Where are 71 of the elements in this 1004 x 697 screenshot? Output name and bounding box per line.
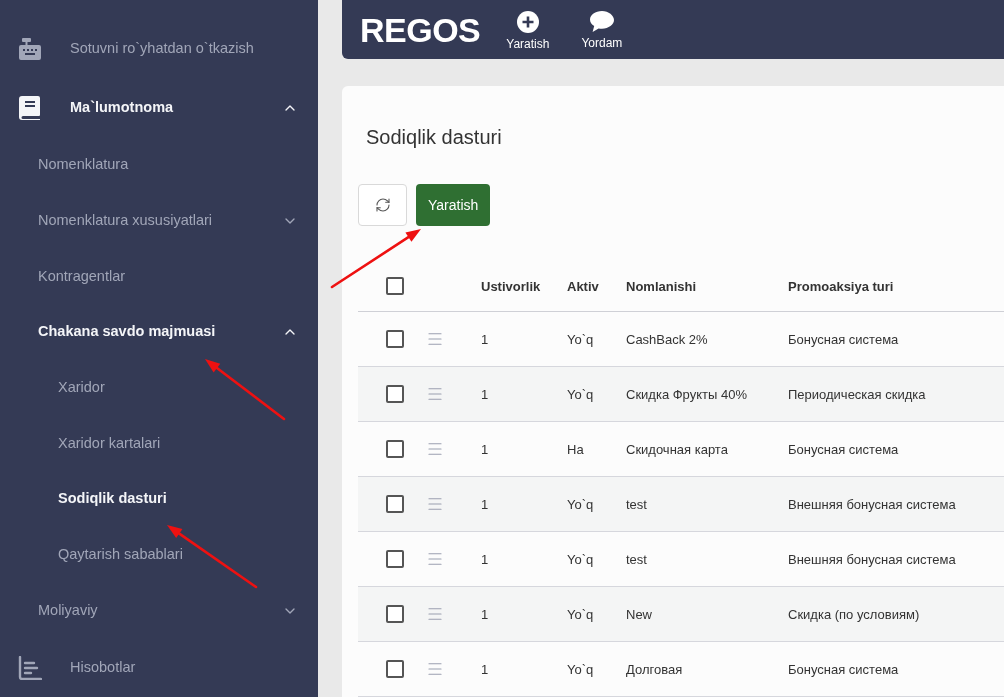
- table-cell: Yo`q: [567, 662, 594, 677]
- table-cell: New: [626, 607, 652, 622]
- table-cell: Yo`q: [567, 387, 594, 402]
- table-cell: CashBack 2%: [626, 332, 708, 347]
- bar-chart-icon: [18, 655, 42, 680]
- table-cell: Скидка Фрукты 40%: [626, 387, 747, 402]
- column-header: Nomlanishi: [626, 279, 697, 294]
- checkbox[interactable]: [386, 330, 404, 348]
- create-button[interactable]: Yaratish: [416, 184, 491, 226]
- table-cell: Бонусная система: [788, 662, 899, 677]
- drag-handle-icon[interactable]: [426, 495, 444, 513]
- table-cell: 1: [481, 607, 489, 622]
- sidebar-item[interactable]: Xaridor kartalari: [0, 415, 318, 472]
- sidebar-item[interactable]: Kontragentlar: [0, 248, 318, 305]
- drag-handle-icon[interactable]: [426, 440, 444, 458]
- column-header: Aktiv: [567, 279, 599, 294]
- drag-handle-icon[interactable]: [426, 605, 444, 623]
- table-cell: Бонусная система: [788, 442, 899, 457]
- logo: REGOS: [360, 12, 481, 47]
- drag-handle-icon[interactable]: [426, 550, 444, 568]
- table-cell: Yo`q: [567, 332, 594, 347]
- table-cell: 1: [481, 332, 489, 347]
- column-header: Ustivorlik: [481, 279, 541, 294]
- checkbox[interactable]: [386, 440, 404, 458]
- sidebar-item[interactable]: Chakana savdo majmuasi: [0, 304, 318, 360]
- checkbox[interactable]: [386, 385, 404, 403]
- table-cell: 1: [481, 662, 489, 677]
- chat-bubble-icon: [589, 11, 614, 32]
- checkbox[interactable]: [386, 660, 404, 678]
- sidebar-item[interactable]: Nomenklatura: [0, 137, 318, 193]
- refresh-button[interactable]: [358, 184, 407, 226]
- table-cell: 1: [481, 497, 489, 512]
- checkbox[interactable]: [386, 495, 404, 513]
- column-header: Promoaksiya turi: [788, 279, 894, 294]
- sidebar-item[interactable]: Moliyaviy: [0, 582, 318, 639]
- page-title: Sodiqlik dasturi: [366, 125, 502, 150]
- sidebar-item[interactable]: Nomenklatura xususiyatlari: [0, 192, 318, 249]
- sidebar-item[interactable]: Qaytarish sabablari: [0, 527, 318, 583]
- drag-handle-icon[interactable]: [426, 330, 444, 348]
- table-cell: 1: [481, 387, 489, 402]
- table-cell: 1: [481, 442, 489, 457]
- drag-handle-icon[interactable]: [426, 385, 444, 403]
- create-button[interactable]: Yaratish: [506, 10, 550, 51]
- checkbox[interactable]: [386, 605, 404, 623]
- table-cell: Внешняя бонусная система: [788, 497, 956, 512]
- table-cell: Скидка (по условиям): [788, 607, 920, 622]
- table-cell: test: [626, 552, 647, 567]
- sidebar-item[interactable]: Sodiqlik dasturi: [0, 471, 318, 528]
- table-cell: 1: [481, 552, 489, 567]
- table-cell: test: [626, 497, 647, 512]
- table-cell: Периодическая скидка: [788, 387, 926, 402]
- table-cell: Скидочная карта: [626, 442, 728, 457]
- plus-circle-icon: [516, 10, 539, 33]
- drag-handle-icon[interactable]: [426, 660, 444, 678]
- table-cell: Yo`q: [567, 552, 594, 567]
- table-cell: На: [567, 442, 584, 457]
- table-cell: Внешняя бонусная система: [788, 552, 956, 567]
- checkbox[interactable]: [386, 550, 404, 568]
- cash-register-icon: [18, 37, 42, 62]
- table-cell: Бонусная система: [788, 332, 899, 347]
- table-cell: Yo`q: [567, 497, 594, 512]
- sidebar-item[interactable]: Ma`lumotnoma: [0, 78, 318, 138]
- table-cell: Yo`q: [567, 607, 594, 622]
- checkbox[interactable]: [386, 277, 404, 295]
- refresh-icon: [374, 197, 391, 213]
- sidebar-item[interactable]: Sotuvni ro`yhatdan o`tkazish: [0, 20, 318, 79]
- table-cell: Долговая: [626, 662, 683, 677]
- sidebar-item[interactable]: Xaridor: [0, 359, 318, 416]
- help-button[interactable]: Yordam: [581, 11, 623, 50]
- sidebar-item[interactable]: Hisobotlar: [0, 638, 318, 697]
- book-icon: [19, 95, 41, 120]
